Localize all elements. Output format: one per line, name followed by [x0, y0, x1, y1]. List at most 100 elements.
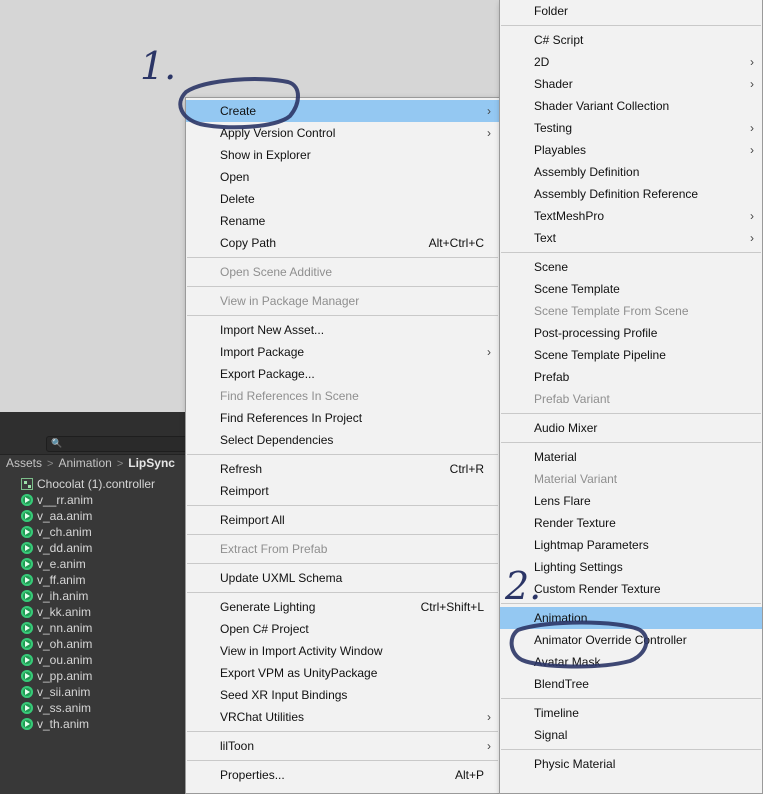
- context-menu: Create › Apply Version Control › Show in Exp…: [185, 97, 500, 794]
- asset-list-item[interactable]: v_kk.anim: [0, 604, 200, 620]
- breadcrumb-lipsync[interactable]: LipSync: [128, 456, 175, 470]
- breadcrumb-assets[interactable]: Assets: [6, 456, 42, 470]
- menu-item-folder[interactable]: Folder: [500, 0, 762, 22]
- search-icon: 🔍: [51, 438, 63, 448]
- menu-separator: [187, 534, 498, 535]
- asset-list-item[interactable]: v_sii.anim: [0, 684, 200, 700]
- menu-item-seed-xr-input-bindings[interactable]: Seed XR Input Bindings: [186, 684, 499, 706]
- asset-list-item[interactable]: v_th.anim: [0, 716, 200, 732]
- menu-item-label: Prefab: [534, 370, 570, 384]
- menu-item-lightmap-parameters[interactable]: Lightmap Parameters: [500, 534, 762, 556]
- menu-item-scene-template-pipeline[interactable]: Scene Template Pipeline: [500, 344, 762, 366]
- project-search-input[interactable]: 🔍: [46, 436, 198, 452]
- asset-list-item[interactable]: v_pp.anim: [0, 668, 200, 684]
- menu-item-audio-mixer[interactable]: Audio Mixer: [500, 417, 762, 439]
- menu-item-assembly-definition-reference[interactable]: Assembly Definition Reference: [500, 183, 762, 205]
- menu-item-label: Prefab Variant: [534, 392, 610, 406]
- menu-item-animation[interactable]: Animation: [500, 607, 762, 629]
- menu-item-delete[interactable]: Delete: [186, 188, 499, 210]
- menu-item-lens-flare[interactable]: Lens Flare: [500, 490, 762, 512]
- menu-item-avatar-mask[interactable]: Avatar Mask: [500, 651, 762, 673]
- menu-item-reimport[interactable]: Reimport: [186, 480, 499, 502]
- asset-list-item[interactable]: v_oh.anim: [0, 636, 200, 652]
- menu-item-label: View in Import Activity Window: [220, 644, 383, 658]
- menu-item-physic-material[interactable]: Physic Material: [500, 753, 762, 775]
- menu-item-create[interactable]: Create ›: [186, 100, 499, 122]
- menu-item-import-new-asset[interactable]: Import New Asset...: [186, 319, 499, 341]
- menu-item-open[interactable]: Open: [186, 166, 499, 188]
- animation-clip-icon: [21, 702, 33, 714]
- menu-item-refresh[interactable]: Refresh Ctrl+R: [186, 458, 499, 480]
- asset-list-item[interactable]: v_ih.anim: [0, 588, 200, 604]
- menu-item-import-package[interactable]: Import Package ›: [186, 341, 499, 363]
- chevron-right-icon: ›: [487, 345, 491, 359]
- asset-list-item[interactable]: v_aa.anim: [0, 508, 200, 524]
- menu-item-animator-override-controller[interactable]: Animator Override Controller: [500, 629, 762, 651]
- asset-list-item[interactable]: v_ss.anim: [0, 700, 200, 716]
- asset-list-item[interactable]: v_ou.anim: [0, 652, 200, 668]
- breadcrumb-animation[interactable]: Animation: [58, 456, 111, 470]
- asset-list-item[interactable]: v_nn.anim: [0, 620, 200, 636]
- asset-list-item[interactable]: v_ff.anim: [0, 572, 200, 588]
- menu-item-find-references-in-project[interactable]: Find References In Project: [186, 407, 499, 429]
- menu-item-2d[interactable]: 2D ›: [500, 51, 762, 73]
- menu-item-prefab-variant: Prefab Variant: [500, 388, 762, 410]
- menu-item-label: Avatar Mask: [534, 655, 601, 669]
- chevron-right-icon: ›: [750, 55, 754, 69]
- menu-item-export-vpm-as-unitypackage[interactable]: Export VPM as UnityPackage: [186, 662, 499, 684]
- menu-separator: [501, 749, 761, 750]
- menu-item-view-in-import-activity-window[interactable]: View in Import Activity Window: [186, 640, 499, 662]
- chevron-right-icon: ›: [750, 209, 754, 223]
- menu-separator: [187, 286, 498, 287]
- menu-item-label: BlendTree: [534, 677, 589, 691]
- menu-item-properties[interactable]: Properties... Alt+P: [186, 764, 499, 786]
- menu-item-select-dependencies[interactable]: Select Dependencies: [186, 429, 499, 451]
- menu-item-generate-lighting[interactable]: Generate Lighting Ctrl+Shift+L: [186, 596, 499, 618]
- menu-item-signal[interactable]: Signal: [500, 724, 762, 746]
- menu-item-label: Properties...: [220, 768, 285, 782]
- asset-list-item[interactable]: v_ch.anim: [0, 524, 200, 540]
- menu-item-prefab[interactable]: Prefab: [500, 366, 762, 388]
- menu-item-lighting-settings[interactable]: Lighting Settings: [500, 556, 762, 578]
- menu-item-show-in-explorer[interactable]: Show in Explorer: [186, 144, 499, 166]
- menu-item-textmeshpro[interactable]: TextMeshPro ›: [500, 205, 762, 227]
- asset-list-item[interactable]: v_dd.anim: [0, 540, 200, 556]
- menu-item-copy-path[interactable]: Copy Path Alt+Ctrl+C: [186, 232, 499, 254]
- menu-item-open-c-project[interactable]: Open C# Project: [186, 618, 499, 640]
- menu-item-update-uxml-schema[interactable]: Update UXML Schema: [186, 567, 499, 589]
- menu-item-rename[interactable]: Rename: [186, 210, 499, 232]
- menu-item-vrchat-utilities[interactable]: VRChat Utilities ›: [186, 706, 499, 728]
- menu-item-text[interactable]: Text ›: [500, 227, 762, 249]
- menu-item-material[interactable]: Material: [500, 446, 762, 468]
- menu-item-c-script[interactable]: C# Script: [500, 29, 762, 51]
- asset-list-item[interactable]: Chocolat (1).controller: [0, 476, 200, 492]
- menu-item-shader-variant-collection[interactable]: Shader Variant Collection: [500, 95, 762, 117]
- menu-item-reimport-all[interactable]: Reimport All: [186, 509, 499, 531]
- menu-item-export-package[interactable]: Export Package...: [186, 363, 499, 385]
- animation-clip-icon: [21, 494, 33, 506]
- asset-name: v_dd.anim: [37, 541, 93, 555]
- menu-item-assembly-definition[interactable]: Assembly Definition: [500, 161, 762, 183]
- menu-item-render-texture[interactable]: Render Texture: [500, 512, 762, 534]
- menu-item-timeline[interactable]: Timeline: [500, 702, 762, 724]
- menu-item-label: Generate Lighting: [220, 600, 316, 614]
- menu-item-label: Testing: [534, 121, 573, 135]
- menu-item-testing[interactable]: Testing ›: [500, 117, 762, 139]
- asset-list-item[interactable]: v_e.anim: [0, 556, 200, 572]
- menu-separator: [187, 315, 498, 316]
- menu-item-label: Post-processing Profile: [534, 326, 658, 340]
- menu-item-shader[interactable]: Shader ›: [500, 73, 762, 95]
- menu-item-playables[interactable]: Playables ›: [500, 139, 762, 161]
- menu-item-label: Find References In Project: [220, 411, 363, 425]
- menu-item-post-processing-profile[interactable]: Post-processing Profile: [500, 322, 762, 344]
- menu-item-scene-template[interactable]: Scene Template: [500, 278, 762, 300]
- menu-item-liltoon[interactable]: lilToon ›: [186, 735, 499, 757]
- menu-item-scene[interactable]: Scene: [500, 256, 762, 278]
- menu-item-label: Copy Path: [220, 236, 277, 250]
- menu-item-custom-render-texture[interactable]: Custom Render Texture: [500, 578, 762, 600]
- menu-item-apply-version-control[interactable]: Apply Version Control ›: [186, 122, 499, 144]
- asset-list-item[interactable]: v__rr.anim: [0, 492, 200, 508]
- menu-item-label: Reimport All: [220, 513, 285, 527]
- menu-item-blendtree[interactable]: BlendTree: [500, 673, 762, 695]
- asset-name: v_e.anim: [37, 557, 86, 571]
